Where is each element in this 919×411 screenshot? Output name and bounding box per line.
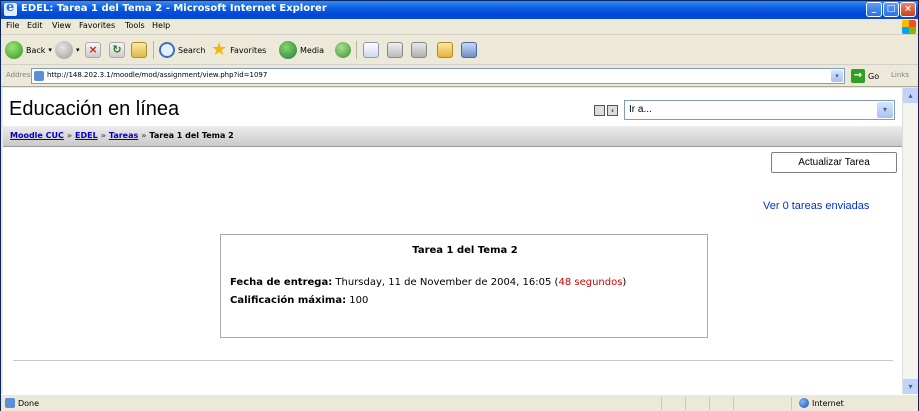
status-divider (685, 397, 686, 410)
jump-to-select[interactable]: Ir a... ▾ (624, 100, 895, 120)
links-button[interactable]: Links (891, 71, 909, 79)
window-title: EDEL: Tarea 1 del Tema 2 - Microsoft Int… (21, 3, 327, 14)
nav-icons: ‹ (594, 105, 618, 116)
ie-icon (4, 0, 17, 16)
menu-tools[interactable]: Tools (125, 21, 145, 30)
menu-favorites[interactable]: Favorites (79, 21, 115, 30)
menu-file[interactable]: File (6, 21, 19, 30)
address-url: http://148.202.3.1/moodle/mod/assignment… (47, 71, 268, 79)
chevron-down-icon[interactable]: ▾ (877, 102, 893, 118)
toolbar: Back ▾ ▾ × ↻ Search ★ Favorites Media (1, 35, 918, 65)
maximize-button[interactable]: □ (883, 2, 899, 17)
status-divider (661, 397, 662, 410)
research-icon[interactable] (461, 42, 477, 58)
breadcrumb-separator: » (100, 131, 106, 140)
forward-arrow-icon (55, 41, 73, 59)
view-submissions-link[interactable]: Ver 0 tareas enviadas (763, 200, 869, 212)
address-label: Address (6, 71, 34, 79)
home-icon[interactable] (131, 42, 147, 58)
breadcrumb-separator: » (66, 131, 73, 140)
title-bar: EDEL: Tarea 1 del Tema 2 - Microsoft Int… (1, 0, 918, 19)
media-icon (279, 41, 297, 59)
update-assignment-button[interactable]: Actualizar Tarea (771, 152, 897, 173)
page-icon (34, 71, 44, 81)
close-button[interactable]: × (900, 2, 916, 17)
breadcrumb-link-moodle-cuc[interactable]: Moodle CUC (10, 131, 64, 140)
breadcrumb-separator: » (141, 131, 147, 140)
breadcrumb-link-edel[interactable]: EDEL (75, 131, 98, 140)
breadcrumb-link-tareas[interactable]: Tareas (109, 131, 138, 140)
status-divider (733, 397, 734, 410)
windows-logo-icon (902, 20, 916, 34)
page-icon (5, 398, 15, 408)
edit-icon[interactable] (411, 42, 427, 58)
search-button[interactable]: Search (159, 39, 205, 61)
due-date-value: Thursday, 11 de November de 2004, 16:05 (335, 277, 552, 288)
menu-help[interactable]: Help (152, 21, 170, 30)
menu-view[interactable]: View (52, 21, 71, 30)
breadcrumb-current: Tarea 1 del Tema 2 (149, 131, 234, 140)
stop-icon[interactable]: × (85, 42, 101, 58)
jump-to-value: Ir a... (629, 104, 652, 115)
scroll-down-arrow-icon[interactable]: ▾ (903, 379, 918, 394)
mail-icon[interactable] (363, 42, 379, 58)
status-divider (791, 397, 792, 410)
assignment-box: Tarea 1 del Tema 2 Fecha de entrega: Thu… (220, 234, 708, 338)
go-arrow-icon: → (851, 69, 865, 83)
toolbar-separator (356, 41, 357, 59)
media-label: Media (300, 45, 325, 55)
due-date-row: Fecha de entrega: Thursday, 11 de Novemb… (230, 277, 627, 288)
navigation-icon[interactable] (594, 105, 605, 116)
menu-edit[interactable]: Edit (27, 21, 43, 30)
page-content: Educación en línea ‹ Ir a... ▾ Moodle CU… (3, 88, 902, 394)
browser-window: EDEL: Tarea 1 del Tema 2 - Microsoft Int… (0, 0, 919, 411)
breadcrumb: Moodle CUC» EDEL» Tareas» Tarea 1 del Tema … (10, 131, 234, 140)
favorites-star-icon: ★ (211, 39, 228, 60)
address-bar: Address http://148.202.3.1/moodle/mod/as… (1, 65, 918, 87)
status-bar: Done Internet (1, 394, 918, 411)
favorites-button[interactable]: ★ Favorites (211, 39, 266, 61)
security-zone: Internet (799, 398, 844, 408)
divider (13, 360, 893, 361)
forward-button[interactable]: ▾ (55, 39, 80, 61)
address-input[interactable]: http://148.202.3.1/moodle/mod/assignment… (31, 68, 845, 84)
search-label: Search (178, 45, 206, 55)
toolbar-separator (153, 41, 154, 59)
print-icon[interactable] (387, 42, 403, 58)
site-title: Educación en línea (9, 98, 180, 120)
go-button[interactable]: → Go (851, 69, 879, 83)
assignment-title: Tarea 1 del Tema 2 (412, 245, 518, 256)
refresh-icon[interactable]: ↻ (109, 42, 125, 58)
folder-icon[interactable] (437, 42, 453, 58)
due-date-label: Fecha de entrega: (230, 277, 333, 288)
status-divider (709, 397, 710, 410)
max-grade-row: Calificación máxima: 100 (230, 295, 368, 306)
address-dropdown-icon[interactable]: ▾ (831, 70, 843, 82)
globe-icon (799, 398, 809, 408)
media-button[interactable]: Media (279, 39, 324, 61)
status-text: Done (18, 398, 40, 408)
back-arrow-icon (5, 41, 23, 59)
status-done: Done (5, 398, 39, 408)
back-button[interactable]: Back ▾ (5, 39, 52, 61)
go-label: Go (868, 71, 880, 81)
search-icon (159, 42, 175, 58)
history-icon[interactable] (335, 42, 351, 58)
vertical-scrollbar[interactable]: ▴ ▾ (902, 88, 918, 394)
time-remaining: 48 segundos (558, 277, 623, 288)
back-label: Back (26, 45, 46, 55)
menu-bar: File Edit View Favorites Tools Help (1, 19, 918, 35)
favorites-label: Favorites (230, 45, 267, 55)
previous-arrow-icon[interactable]: ‹ (607, 105, 618, 116)
zone-label: Internet (812, 398, 844, 408)
scroll-up-arrow-icon[interactable]: ▴ (903, 88, 918, 103)
minimize-button[interactable]: _ (866, 2, 882, 17)
max-grade-label: Calificación máxima: (230, 295, 347, 306)
max-grade-value: 100 (349, 295, 369, 306)
navbar: Moodle CUC» EDEL» Tareas» Tarea 1 del Tema … (3, 126, 902, 147)
